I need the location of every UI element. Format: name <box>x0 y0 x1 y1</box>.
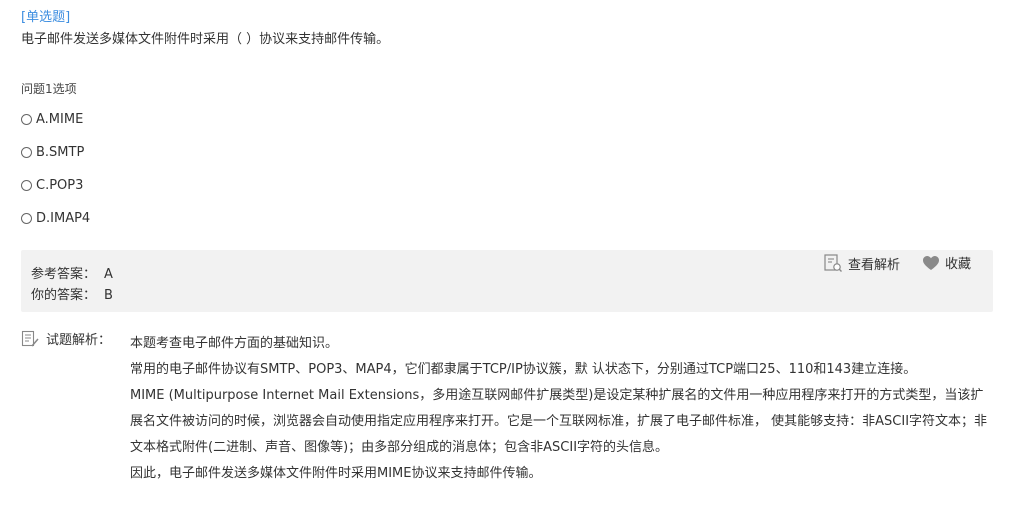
heart-icon <box>923 255 939 270</box>
view-analysis-button[interactable]: 查看解析 <box>823 253 900 273</box>
radio-button[interactable] <box>21 180 32 191</box>
option-label: A.MIME <box>36 112 84 127</box>
view-analysis-label: 查看解析 <box>848 257 901 273</box>
reference-answer: 参考答案： A <box>31 263 113 282</box>
analysis-paragraph: 常用的电子邮件协议有SMTP、POP3、MAP4，它们都隶属于TCP/IP协议簇… <box>130 362 917 377</box>
analysis-content: 本题考查电子邮件方面的基础知识。 常用的电子邮件协议有SMTP、POP3、MAP… <box>130 331 992 487</box>
reference-answer-value: A <box>104 267 113 282</box>
radio-button[interactable] <box>21 114 32 125</box>
option-label: C.POP3 <box>36 178 84 193</box>
analysis-paragraph: MIME (Multipurpose Internet Mail Extensi… <box>130 388 988 455</box>
answer-panel: 参考答案： A 你的答案： B 查看解析 收藏 <box>21 250 993 312</box>
option-b[interactable]: B.SMTP <box>21 145 84 160</box>
favorite-button[interactable]: 收藏 <box>922 253 971 272</box>
radio-button[interactable] <box>21 147 32 158</box>
option-d[interactable]: D.IMAP4 <box>21 211 90 226</box>
analysis-paragraph: 因此，电子邮件发送多媒体文件附件时采用MIME协议来支持邮件传输。 <box>130 466 542 481</box>
option-c[interactable]: C.POP3 <box>21 178 83 193</box>
reference-answer-label: 参考答案： <box>31 267 97 282</box>
analysis-heading: 试题解析： <box>21 329 111 348</box>
edit-document-icon <box>21 330 39 346</box>
document-search-icon <box>824 254 842 272</box>
question-type-label: [单选题] <box>21 10 71 25</box>
analysis-paragraph: 本题考查电子邮件方面的基础知识。 <box>130 336 339 351</box>
analysis-heading-label: 试题解析： <box>46 333 112 348</box>
question-stem: 电子邮件发送多媒体文件附件时采用（ ）协议来支持邮件传输。 <box>21 32 390 47</box>
your-answer-label: 你的答案： <box>31 288 97 303</box>
options-heading: 问题1选项 <box>21 82 77 96</box>
radio-button[interactable] <box>21 213 32 224</box>
option-a[interactable]: A.MIME <box>21 112 83 127</box>
option-label: B.SMTP <box>36 145 85 160</box>
favorite-label: 收藏 <box>945 257 972 272</box>
your-answer: 你的答案： B <box>31 284 113 303</box>
your-answer-value: B <box>104 288 113 303</box>
question-page: [单选题] 电子邮件发送多媒体文件附件时采用（ ）协议来支持邮件传输。 问题1选… <box>0 0 1022 516</box>
option-label: D.IMAP4 <box>36 211 91 226</box>
